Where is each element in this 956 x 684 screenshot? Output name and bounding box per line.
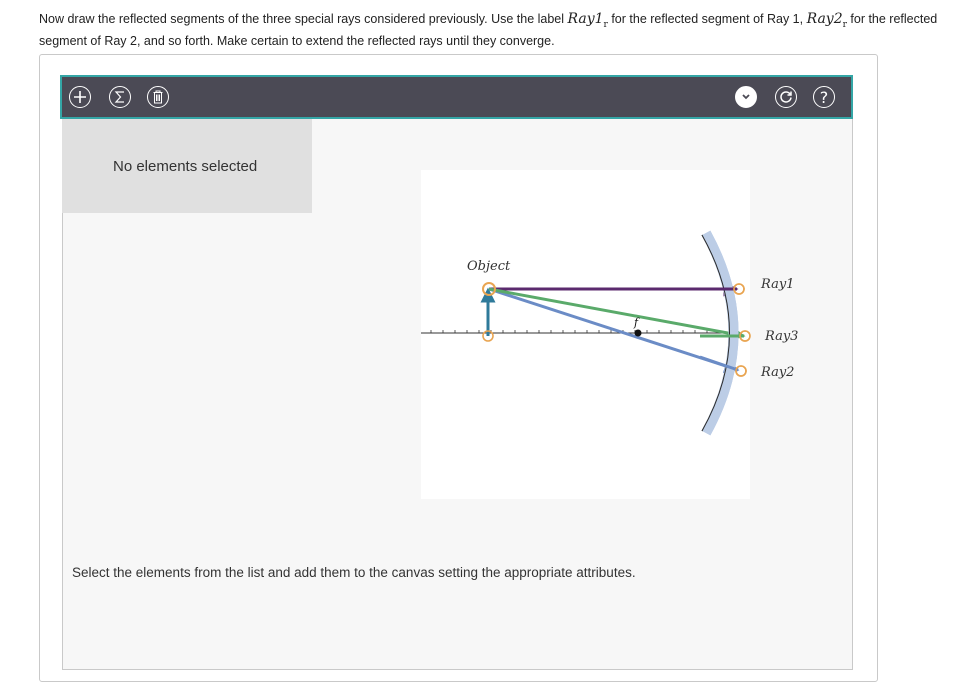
mirror-overflow [700, 230, 751, 436]
instructions: Now draw the reflected segments of the t… [39, 11, 939, 49]
ray-label-3: Ray3 [765, 329, 799, 344]
focal-point [634, 329, 642, 337]
ray1r-math: Ray1r [567, 11, 608, 30]
sigma-icon[interactable] [109, 86, 131, 108]
toolbar: ? [60, 75, 853, 119]
selection-status: No elements selected [113, 158, 258, 175]
help-button[interactable]: ? [813, 86, 835, 108]
trash-icon[interactable] [147, 86, 169, 108]
selection-panel: No elements selected [62, 119, 312, 213]
ray-label-1: Ray1 [761, 277, 795, 292]
ray2r-math: Ray2r [806, 11, 847, 30]
plus-icon[interactable] [69, 86, 91, 108]
instructions-text-2: for the reflected segment of Ray 1, [607, 12, 807, 26]
help-label: ? [819, 87, 829, 107]
refresh-icon[interactable] [775, 86, 797, 108]
chevron-down-icon[interactable] [735, 86, 757, 108]
ray-label-2: Ray2 [761, 365, 795, 380]
footer-instructions: Select the elements from the list and ad… [72, 565, 636, 580]
object-label: Object [467, 259, 511, 274]
instructions-text-1: Now draw the reflected segments of the t… [39, 12, 568, 26]
